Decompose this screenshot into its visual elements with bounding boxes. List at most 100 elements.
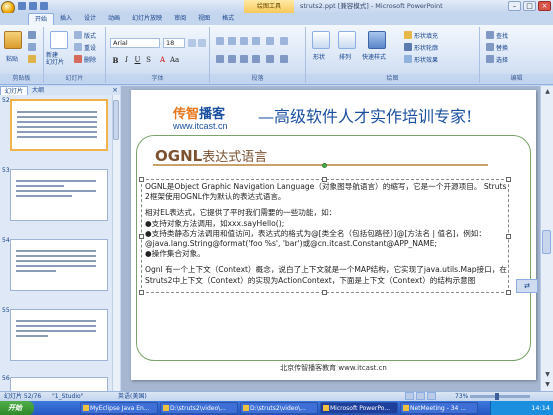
decrease-indent-icon[interactable] [240,37,248,45]
arrange-label[interactable]: 排列 [339,52,351,61]
close-icon[interactable]: × [112,86,118,95]
tab-slideshow[interactable]: 幻灯片放映 [126,13,168,25]
select-label[interactable]: 选择 [496,55,508,64]
underline-button[interactable]: U [133,56,142,65]
quick-styles-icon[interactable] [368,31,386,49]
normal-view-icon[interactable] [405,392,414,400]
font-name-combo[interactable]: Arial [110,38,160,48]
cut-icon[interactable] [28,31,36,39]
rotate-handle[interactable] [322,163,327,168]
start-button[interactable]: 开始 [0,401,34,415]
slide-canvas[interactable]: 传智播客 www.itcast.cn —高级软件人才实作培训专家! OGNL表达… [131,90,536,380]
tab-outline[interactable]: 大纲 [28,86,48,95]
shapes-icon[interactable] [312,31,330,49]
slide-thumbnail[interactable] [10,239,108,291]
float-panel-toggle[interactable]: ⇄ [516,279,538,293]
shrink-font-icon[interactable] [198,39,206,47]
maximize-button[interactable]: □ [523,1,536,11]
thumbnail-scrollbar[interactable] [112,95,120,395]
body-text[interactable]: OGNL是Object Graphic Navigation Language（… [145,182,507,286]
smartart-icon[interactable] [280,55,288,63]
grow-font-icon[interactable] [188,39,196,47]
slideshow-icon[interactable] [427,392,436,400]
new-slide-label[interactable]: 新建 幻灯片 [46,52,64,66]
find-icon[interactable] [486,31,494,39]
zoom-slider-knob[interactable] [495,393,499,400]
taskbar-item[interactable]: Microsoft PowerPo... [320,402,398,414]
shape-fill-icon[interactable] [404,31,412,39]
slide-title[interactable]: OGNL表达式语言 [155,146,267,165]
shape-effects-label[interactable]: 形状效果 [414,55,438,64]
thumbnail-scroll-thumb[interactable] [113,100,119,140]
slide-scroll-thumb[interactable] [542,230,551,254]
arrange-icon[interactable] [338,31,356,49]
replace-label[interactable]: 替换 [496,43,508,52]
justify-icon[interactable] [252,55,260,63]
align-right-icon[interactable] [240,55,248,63]
reset-label[interactable]: 重设 [84,43,96,52]
zoom-slider[interactable] [470,395,530,398]
shape-fill-label[interactable]: 形状填充 [414,31,438,40]
font-size-combo[interactable]: 18 [163,38,185,48]
minimize-button[interactable]: – [508,1,521,11]
status-language[interactable]: 英语(美国) [118,392,147,401]
undo-icon[interactable] [29,2,37,10]
resize-handle[interactable] [139,290,144,295]
quick-styles-label[interactable]: 快速样式 [362,52,386,61]
resize-handle[interactable] [139,234,144,239]
increase-indent-icon[interactable] [252,37,260,45]
bullets-icon[interactable] [216,37,224,45]
taskbar-item[interactable]: NetMeeting - 34 ... [400,402,478,414]
strikethrough-button[interactable]: S [144,56,153,65]
italic-button[interactable]: I [122,56,131,65]
shape-outline-label[interactable]: 形状轮廓 [414,43,438,52]
next-slide-icon[interactable]: ▼ [543,380,552,389]
taskbar-item[interactable]: D:\struts2\video\... [240,402,318,414]
scroll-up-icon[interactable]: ▲ [543,87,552,96]
bold-button[interactable]: B [111,56,120,65]
line-spacing-icon[interactable] [266,37,274,45]
layout-icon[interactable] [74,31,82,39]
slide-thumbnail[interactable] [10,309,108,361]
font-color-button[interactable]: A [158,56,167,65]
scroll-down-icon[interactable]: ▼ [543,370,552,379]
tab-insert[interactable]: 插入 [54,13,78,25]
columns-icon[interactable] [266,55,274,63]
resize-handle[interactable] [506,290,511,295]
close-button[interactable]: × [538,1,551,11]
layout-label[interactable]: 版式 [84,31,96,40]
shapes-label[interactable]: 形状 [313,52,325,61]
tab-slides[interactable]: 幻灯片 [0,86,29,95]
taskbar-item[interactable]: MyEclipse Java En... [80,402,158,414]
save-icon[interactable] [18,2,26,10]
tab-view[interactable]: 视图 [192,13,216,25]
tab-animations[interactable]: 动画 [102,13,126,25]
slide-sorter-icon[interactable] [416,392,425,400]
text-direction-icon[interactable] [280,37,288,45]
reset-icon[interactable] [74,43,82,51]
select-icon[interactable] [486,55,494,63]
tab-review[interactable]: 审阅 [168,13,192,25]
tab-format[interactable]: 格式 [216,13,240,25]
slide-thumbnail[interactable] [10,99,108,151]
replace-icon[interactable] [486,43,494,51]
new-slide-icon[interactable] [50,31,68,49]
slide-thumbnail[interactable] [10,169,108,221]
resize-handle[interactable] [322,290,327,295]
tab-home[interactable]: 开始 [28,13,55,25]
format-painter-icon[interactable] [28,55,36,63]
tab-design[interactable]: 设计 [78,13,102,25]
shape-outline-icon[interactable] [404,43,412,51]
paste-icon[interactable] [4,31,22,49]
delete-label[interactable]: 删除 [84,55,96,64]
align-left-icon[interactable] [216,55,224,63]
copy-icon[interactable] [28,43,36,51]
align-center-icon[interactable] [228,55,236,63]
redo-icon[interactable] [40,2,48,10]
shape-effects-icon[interactable] [404,55,412,63]
numbering-icon[interactable] [228,37,236,45]
find-label[interactable]: 查找 [496,31,508,40]
case-button[interactable]: Aa [170,56,179,65]
taskbar-item[interactable]: D:\struts2\video\... [160,402,238,414]
zoom-level[interactable]: 73% [455,392,468,401]
